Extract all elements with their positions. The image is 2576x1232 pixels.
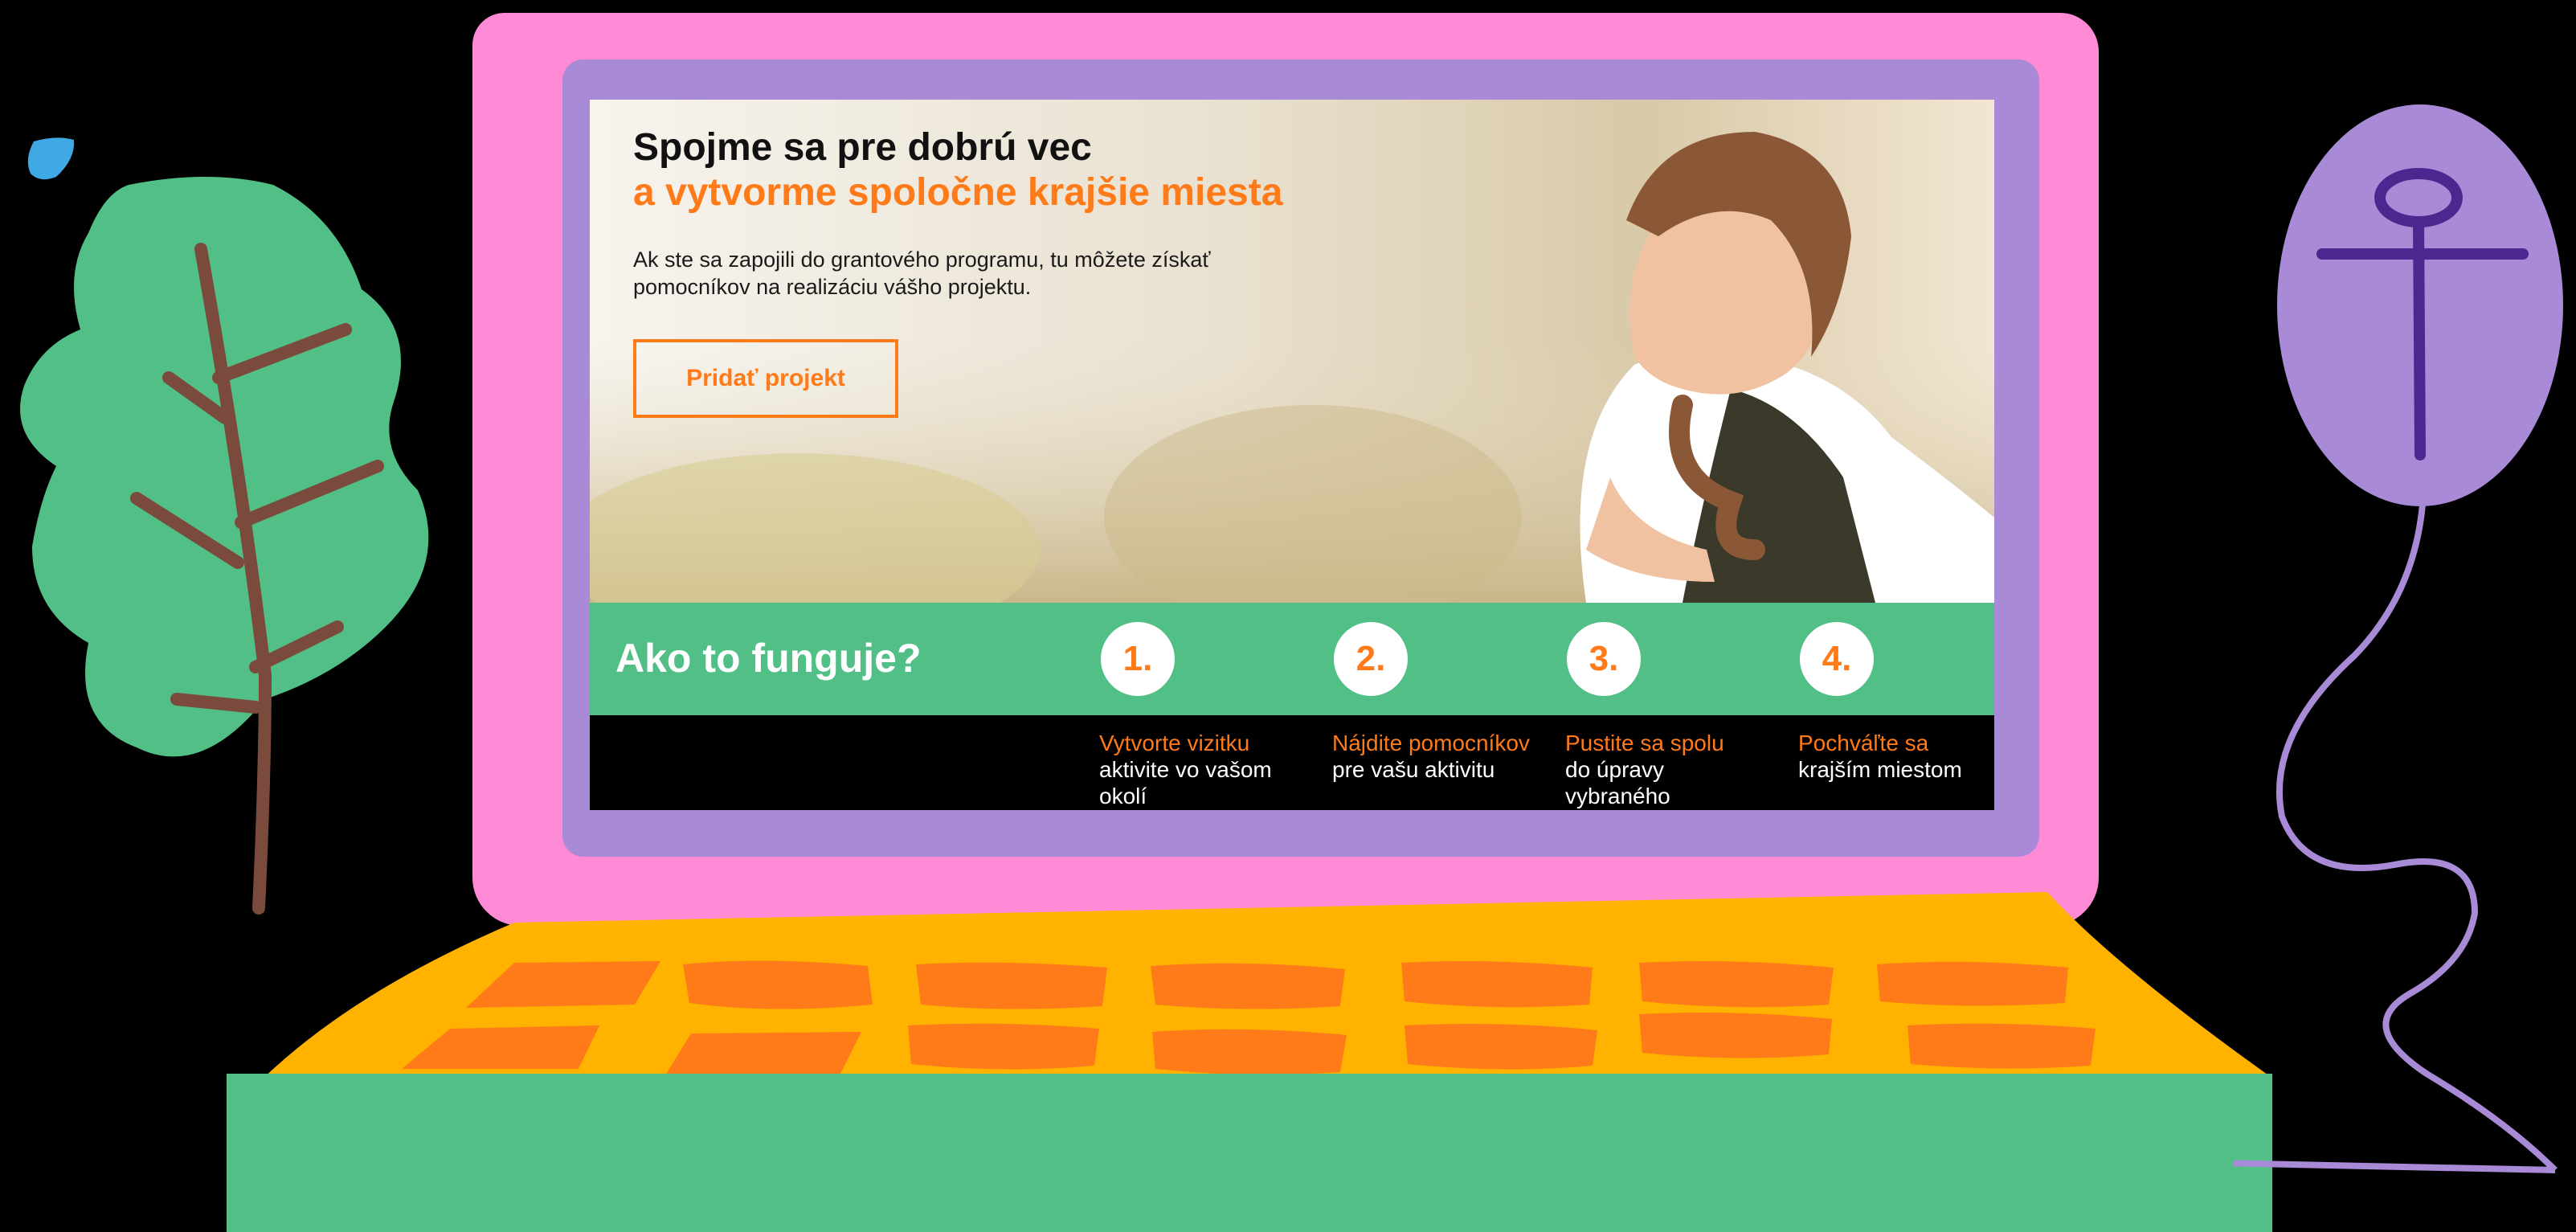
keyboard-front-edge (227, 1074, 2272, 1232)
laptop-keyboard (227, 892, 2271, 1117)
computer-mouse-icon (2234, 104, 2563, 1173)
